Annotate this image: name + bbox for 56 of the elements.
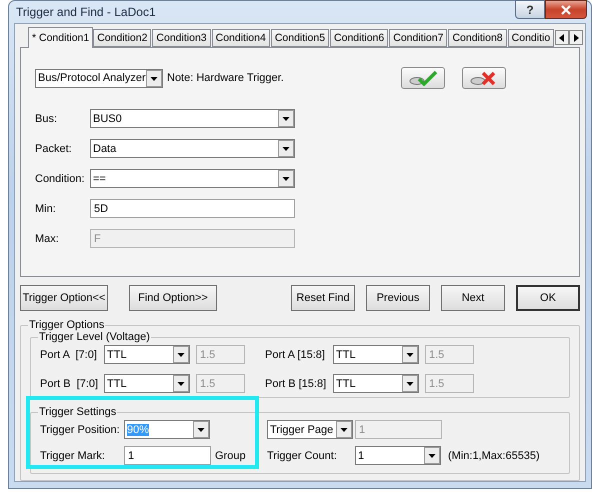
- tab[interactable]: Condition4: [212, 29, 270, 47]
- field-label: Min:: [35, 202, 57, 214]
- window-title: Trigger and Find - LaDoc1: [16, 5, 156, 19]
- field-label: Condition:: [35, 172, 86, 184]
- field-label: Trigger Position:: [40, 424, 121, 436]
- group-title: Trigger Settings: [38, 406, 118, 418]
- tab[interactable]: Condition6: [330, 29, 388, 47]
- confirm-button[interactable]: [400, 67, 445, 89]
- dropdown[interactable]: 1: [355, 446, 441, 465]
- tab[interactable]: Condition3: [152, 29, 211, 47]
- scroll-right-button[interactable]: [569, 30, 584, 45]
- scroll-left-button[interactable]: [555, 30, 570, 45]
- check-icon[interactable]: [406, 70, 439, 86]
- option-button[interactable]: Trigger Option<<: [20, 285, 108, 311]
- help-button[interactable]: ?: [515, 0, 545, 19]
- dropdown[interactable]: BUS0: [90, 109, 295, 128]
- field-label: Packet:: [35, 142, 73, 154]
- action-button[interactable]: OK: [516, 285, 580, 311]
- field-label: Trigger Mark:: [40, 450, 106, 462]
- tab[interactable]: * Condition1: [28, 27, 94, 48]
- tab[interactable]: Condition5: [270, 29, 330, 47]
- action-button[interactable]: Reset Find: [291, 285, 355, 311]
- dropdown[interactable]: TTL: [104, 374, 190, 393]
- input-field[interactable]: 1: [124, 446, 211, 465]
- dropdown[interactable]: Trigger Page: [267, 420, 353, 439]
- reject-button[interactable]: [462, 67, 506, 89]
- dropdown[interactable]: ==: [90, 169, 295, 188]
- port-label: Port B [7:0]: [40, 378, 100, 390]
- close-icon[interactable]: [560, 4, 572, 14]
- unit-label: Group: [215, 450, 247, 462]
- dropdown[interactable]: TTL: [104, 345, 190, 364]
- field-label: Bus:: [35, 112, 58, 124]
- dropdown[interactable]: TTL: [333, 374, 419, 393]
- right-arrow-icon[interactable]: [573, 34, 580, 42]
- port-label: Port B [15:8]: [265, 378, 328, 390]
- action-button[interactable]: Next: [441, 285, 505, 311]
- close-button[interactable]: [545, 0, 587, 19]
- input-field[interactable]: 5D: [90, 199, 295, 218]
- tab[interactable]: Conditio: [508, 29, 554, 47]
- option-button[interactable]: Find Option>>: [129, 285, 217, 311]
- dropdown[interactable]: Data: [90, 139, 295, 158]
- dropdown[interactable]: Bus/Protocol Analyzer: [35, 68, 163, 88]
- note-text: Note: Hardware Trigger.: [167, 72, 284, 84]
- dropdown[interactable]: TTL: [333, 345, 419, 364]
- tab[interactable]: Condition7: [389, 29, 448, 47]
- field-label: Trigger Count:: [267, 450, 338, 462]
- group-title: Trigger Options: [28, 319, 106, 331]
- range-hint: (Min:1,Max:65535): [448, 450, 541, 462]
- tab[interactable]: Condition8: [448, 29, 507, 47]
- field-label: Max:: [35, 232, 60, 244]
- group-title: Trigger Level (Voltage): [38, 331, 151, 343]
- action-button[interactable]: Previous: [366, 285, 430, 311]
- tab[interactable]: Condition2: [93, 29, 152, 47]
- left-arrow-icon[interactable]: [559, 34, 566, 42]
- port-label: Port A [7:0]: [40, 348, 98, 360]
- port-label: Port A [15:8]: [265, 348, 326, 360]
